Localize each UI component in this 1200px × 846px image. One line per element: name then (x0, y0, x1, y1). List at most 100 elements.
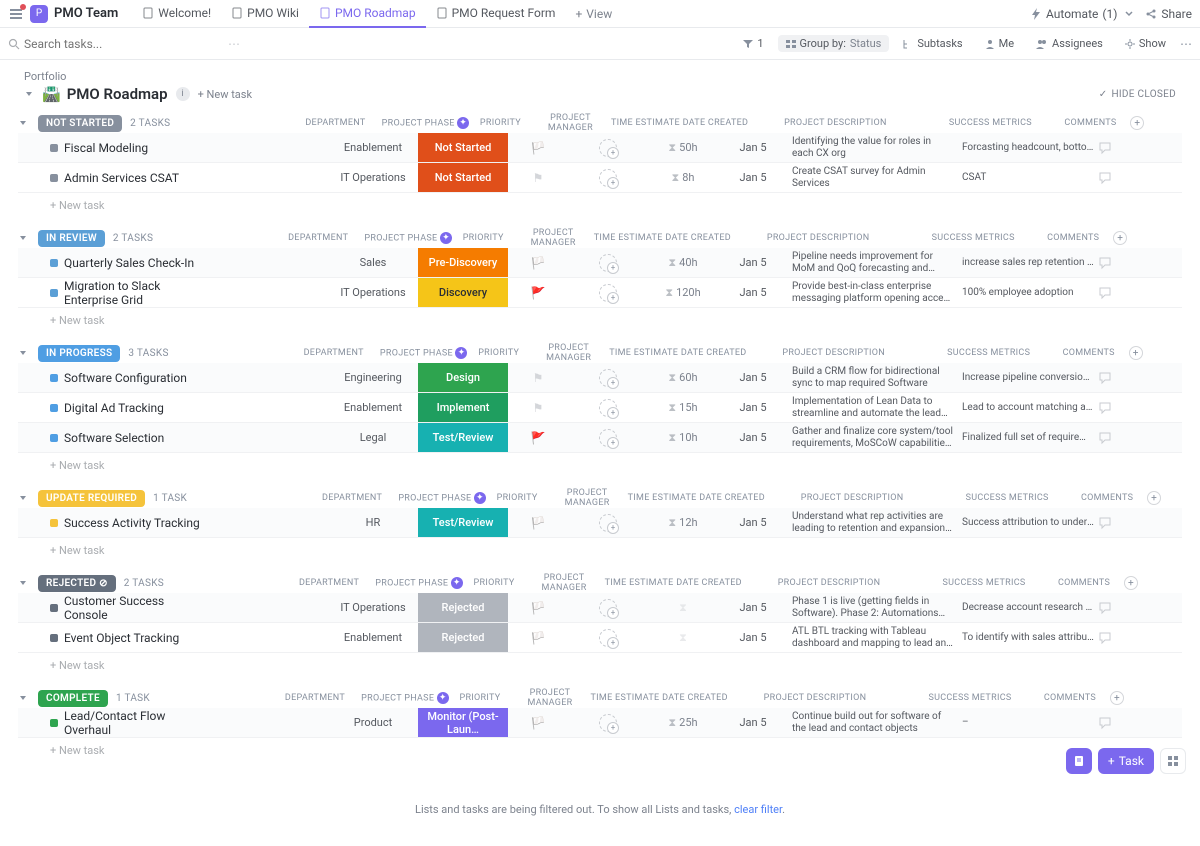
comments-cell[interactable] (1098, 286, 1158, 300)
project-manager-cell[interactable] (568, 629, 648, 647)
department-cell[interactable]: Sales (328, 256, 418, 269)
collapse-group-icon[interactable] (18, 693, 30, 703)
column-header[interactable]: DEPARTMENT (273, 233, 363, 243)
department-cell[interactable]: Enablement (328, 401, 418, 414)
column-header[interactable]: TIME ESTIMATE (609, 348, 679, 358)
quick-note-button[interactable] (1066, 748, 1092, 774)
column-header[interactable]: TIME ESTIMATE (627, 493, 697, 503)
column-header[interactable]: COMMENTS (1043, 233, 1103, 243)
column-header[interactable]: COMMENTS (1040, 693, 1100, 703)
column-header[interactable]: PROJECT PHASE ✦ (374, 577, 464, 589)
column-header[interactable]: TIME ESTIMATE (604, 578, 674, 588)
phase-cell[interactable]: Test/Review (418, 423, 508, 452)
description-cell[interactable]: Pipeline needs improvement for MoM and Q… (788, 251, 958, 275)
column-header[interactable]: SUCCESS METRICS (903, 233, 1043, 243)
project-manager-cell[interactable] (568, 429, 648, 447)
status-square-icon[interactable] (50, 144, 58, 152)
success-metric-cell[interactable]: Finalized full set of requirements for V… (958, 432, 1098, 443)
column-header[interactable]: SUCCESS METRICS (900, 693, 1040, 703)
priority-flag[interactable]: 🏳️ (508, 516, 568, 530)
success-metric-cell[interactable]: Lead to account matching and handling of… (958, 402, 1098, 413)
column-header[interactable]: SUCCESS METRICS (937, 493, 1077, 503)
comments-cell[interactable] (1098, 631, 1158, 645)
description-cell[interactable]: Phase 1 is live (getting fields in Softw… (788, 596, 958, 620)
column-header[interactable]: DEPARTMENT (290, 118, 380, 128)
comments-cell[interactable] (1098, 516, 1158, 530)
column-header[interactable]: DATE CREATED (663, 233, 733, 243)
priority-flag[interactable]: 🏳️ (508, 601, 568, 615)
phase-cell[interactable]: Pre-Discovery (418, 248, 508, 277)
date-created-cell[interactable]: Jan 5 (718, 401, 788, 414)
column-header[interactable]: TIME ESTIMATE (590, 693, 660, 703)
department-cell[interactable]: Legal (328, 431, 418, 444)
status-square-icon[interactable] (50, 519, 58, 527)
share-button[interactable]: Share (1145, 7, 1192, 21)
column-header[interactable]: PROJECT MANAGER (510, 688, 590, 708)
clear-filter-link[interactable]: clear filter (734, 803, 782, 816)
department-cell[interactable]: Enablement (328, 631, 418, 644)
phase-cell[interactable]: Rejected (418, 593, 508, 622)
column-header[interactable]: DATE CREATED (679, 348, 749, 358)
department-cell[interactable]: Product (328, 716, 418, 729)
column-header[interactable]: PRIORITY (464, 578, 524, 588)
column-header[interactable]: DEPARTMENT (284, 578, 374, 588)
team-name[interactable]: PMO Team (54, 6, 118, 21)
status-square-icon[interactable] (50, 604, 58, 612)
add-view-button[interactable]: + View (565, 7, 622, 21)
project-manager-cell[interactable] (568, 399, 648, 417)
phase-cell[interactable]: Not Started (418, 133, 508, 162)
search-input[interactable] (24, 37, 224, 51)
task-name[interactable]: Migration to Slack Enterprise Grid (64, 279, 208, 307)
department-cell[interactable]: Enablement (328, 141, 418, 154)
new-task-row-button[interactable]: + New task (18, 538, 1182, 563)
success-metric-cell[interactable]: Increase pipeline conversion of new busi… (958, 372, 1098, 383)
success-metric-cell[interactable]: increase sales rep retention rates QoQ a… (958, 257, 1098, 268)
project-manager-cell[interactable] (568, 169, 648, 187)
new-task-row-button[interactable]: + New task (18, 308, 1182, 333)
description-cell[interactable]: Build a CRM flow for bidirectional sync … (788, 366, 958, 390)
column-header[interactable]: COMMENTS (1077, 493, 1137, 503)
date-created-cell[interactable]: Jan 5 (718, 141, 788, 154)
new-task-row-button[interactable]: + New task (18, 653, 1182, 678)
column-header[interactable]: COMMENTS (1054, 578, 1114, 588)
date-created-cell[interactable]: Jan 5 (718, 286, 788, 299)
priority-flag[interactable]: ⚑ (508, 371, 568, 385)
description-cell[interactable]: ATL BTL tracking with Tableau dashboard … (788, 626, 958, 650)
description-cell[interactable]: Create CSAT survey for Admin Services (788, 166, 958, 190)
description-cell[interactable]: Provide best-in-class enterprise messagi… (788, 281, 958, 305)
status-pill[interactable]: IN REVIEW (38, 230, 105, 247)
status-pill[interactable]: COMPLETE (38, 690, 108, 707)
task-name[interactable]: Success Activity Tracking (64, 516, 200, 530)
sidebar-toggle-icon[interactable] (8, 6, 24, 22)
time-estimate-cell[interactable]: ⧗ (648, 601, 718, 615)
column-header[interactable]: PROJECT DESCRIPTION (749, 348, 919, 358)
comments-cell[interactable] (1098, 256, 1158, 270)
description-cell[interactable]: Identifying the value for roles in each … (788, 136, 958, 160)
success-metric-cell[interactable]: To identify with sales attribution varia… (958, 632, 1098, 643)
task-row[interactable]: Migration to Slack Enterprise Grid IT Op… (18, 278, 1182, 308)
column-header[interactable]: DEPARTMENT (289, 348, 379, 358)
column-header[interactable]: PROJECT DESCRIPTION (767, 493, 937, 503)
success-metric-cell[interactable]: CSAT (958, 172, 1098, 183)
date-created-cell[interactable]: Jan 5 (718, 601, 788, 614)
column-header[interactable]: PROJECT PHASE ✦ (397, 492, 487, 504)
comments-cell[interactable] (1098, 401, 1158, 415)
time-estimate-cell[interactable]: ⧗ (648, 631, 718, 645)
phase-cell[interactable]: Rejected (418, 623, 508, 652)
date-created-cell[interactable]: Jan 5 (718, 716, 788, 729)
status-pill[interactable]: UPDATE REQUIRED (38, 490, 145, 507)
time-estimate-cell[interactable]: ⧗120h (648, 286, 718, 300)
collapse-group-icon[interactable] (18, 348, 30, 358)
success-metric-cell[interactable]: Decrease account research time for CSMs … (958, 602, 1098, 613)
quick-task-button[interactable]: + Task (1098, 748, 1154, 774)
collapse-group-icon[interactable] (18, 578, 30, 588)
priority-flag[interactable]: ⚑ (508, 171, 568, 185)
priority-flag[interactable]: ⚑ (508, 401, 568, 415)
success-metric-cell[interactable]: Success attribution to understand custom… (958, 517, 1098, 528)
task-row[interactable]: Software Selection Legal Test/Review 🚩 ⧗… (18, 423, 1182, 453)
add-column-button[interactable]: + (1124, 576, 1138, 590)
add-column-button[interactable]: + (1113, 231, 1127, 245)
column-header[interactable]: SUCCESS METRICS (919, 348, 1059, 358)
task-name[interactable]: Event Object Tracking (64, 631, 179, 645)
add-column-button[interactable]: + (1130, 116, 1144, 130)
